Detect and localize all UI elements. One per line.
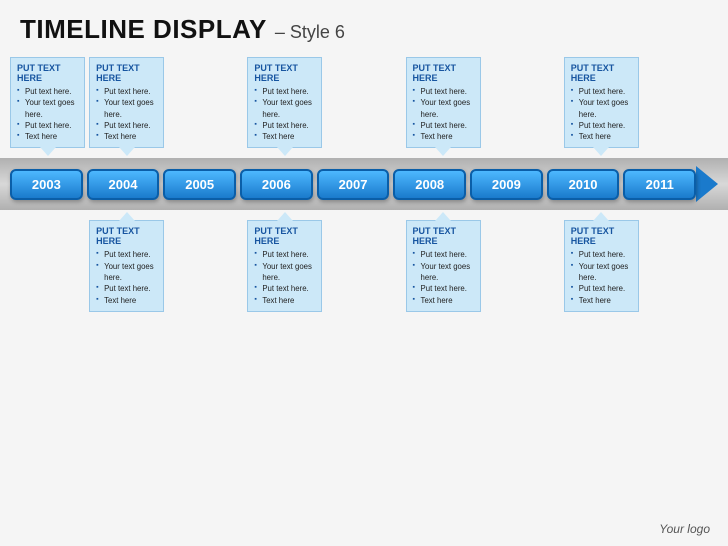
list-item: Put text here.: [413, 86, 474, 97]
list-item: Text here: [254, 295, 315, 306]
logo: Your logo: [659, 522, 710, 536]
bottom-callouts-row: PUT TEXT HEREPut text here.Your text goe…: [0, 220, 728, 311]
list-item: Put text here.: [254, 283, 315, 294]
timeline-bar: 200320042005200620072008200920102011: [0, 158, 728, 210]
year-node-2010[interactable]: 2010: [547, 169, 620, 200]
top-callout-box-7: PUT TEXT HERE Put text here.Your text goe…: [564, 57, 639, 148]
top-slot-0: PUT TEXT HERE Put text here.Your text goe…: [10, 57, 85, 148]
top-slot-7: PUT TEXT HERE Put text here.Your text goe…: [564, 57, 639, 148]
year-node-2006[interactable]: 2006: [240, 169, 313, 200]
top-callout-box-3: PUT TEXT HERE Put text here.Your text goe…: [247, 57, 322, 148]
top-callout-title-0: PUT TEXT HERE: [17, 63, 78, 83]
list-item: Text here: [17, 131, 78, 142]
list-item: Your text goes here.: [96, 261, 157, 284]
list-item: Put text here.: [413, 249, 474, 260]
top-slot-1: PUT TEXT HERE Put text here.Your text goe…: [89, 57, 164, 148]
top-callout-title-7: PUT TEXT HERE: [571, 63, 632, 83]
top-callout-title-1: PUT TEXT HERE: [96, 63, 157, 83]
year-node-2004[interactable]: 2004: [87, 169, 160, 200]
list-item: Your text goes here.: [413, 261, 474, 284]
top-callout-box-0: PUT TEXT HERE Put text here.Your text goe…: [10, 57, 85, 148]
list-item: Your text goes here.: [254, 261, 315, 284]
page: TIMELINE DISPLAY – Style 6 PUT TEXT HERE…: [0, 0, 728, 546]
list-item: Put text here.: [254, 86, 315, 97]
list-item: Put text here.: [413, 120, 474, 131]
bottom-slot-1: PUT TEXT HERE Put text here.Your text goe…: [89, 220, 164, 311]
year-node-2011[interactable]: 2011: [623, 169, 696, 200]
list-item: Put text here.: [571, 120, 632, 131]
bottom-callout-box-1: PUT TEXT HERE Put text here.Your text goe…: [89, 220, 164, 311]
list-item: Put text here.: [96, 283, 157, 294]
year-nodes-container: 200320042005200620072008200920102011: [10, 169, 696, 200]
list-item: Put text here.: [96, 120, 157, 131]
bottom-callout-title-1: PUT TEXT HERE: [96, 226, 157, 246]
list-item: Text here: [254, 131, 315, 142]
list-item: Put text here.: [96, 249, 157, 260]
year-node-2008[interactable]: 2008: [393, 169, 466, 200]
list-item: Your text goes here.: [17, 97, 78, 120]
timeline-arrow: [696, 166, 718, 202]
year-node-2009[interactable]: 2009: [470, 169, 543, 200]
top-callout-box-5: PUT TEXT HERE Put text here.Your text goe…: [406, 57, 481, 148]
list-item: Your text goes here.: [571, 97, 632, 120]
list-item: Put text here.: [17, 120, 78, 131]
list-item: Your text goes here.: [571, 261, 632, 284]
title-main: TIMELINE DISPLAY: [20, 14, 267, 45]
bottom-slot-5: PUT TEXT HERE Put text here.Your text goe…: [406, 220, 481, 311]
list-item: Put text here.: [17, 86, 78, 97]
list-item: Put text here.: [254, 249, 315, 260]
list-item: Put text here.: [254, 120, 315, 131]
bottom-slot-3: PUT TEXT HERE Put text here.Your text goe…: [247, 220, 322, 311]
top-callouts-row: PUT TEXT HEREPut text here.Your text goe…: [0, 57, 728, 148]
list-item: Your text goes here.: [254, 97, 315, 120]
bottom-callout-title-3: PUT TEXT HERE: [254, 226, 315, 246]
list-item: Put text here.: [413, 283, 474, 294]
list-item: Your text goes here.: [413, 97, 474, 120]
bottom-callout-box-7: PUT TEXT HERE Put text here.Your text goe…: [564, 220, 639, 311]
top-callout-box-1: PUT TEXT HERE Put text here.Your text goe…: [89, 57, 164, 148]
top-slot-3: PUT TEXT HERE Put text here.Your text goe…: [247, 57, 322, 148]
top-slot-5: PUT TEXT HERE Put text here.Your text goe…: [406, 57, 481, 148]
year-node-2005[interactable]: 2005: [163, 169, 236, 200]
list-item: Text here: [413, 295, 474, 306]
year-node-2007[interactable]: 2007: [317, 169, 390, 200]
year-node-2003[interactable]: 2003: [10, 169, 83, 200]
top-callout-title-5: PUT TEXT HERE: [413, 63, 474, 83]
header: TIMELINE DISPLAY – Style 6: [0, 0, 728, 51]
list-item: Put text here.: [571, 86, 632, 97]
list-item: Put text here.: [571, 283, 632, 294]
title-sub: – Style 6: [275, 22, 345, 43]
bottom-slot-7: PUT TEXT HERE Put text here.Your text goe…: [564, 220, 639, 311]
list-item: Put text here.: [96, 86, 157, 97]
list-item: Text here: [96, 295, 157, 306]
list-item: Text here: [571, 295, 632, 306]
list-item: Text here: [96, 131, 157, 142]
bottom-callout-box-5: PUT TEXT HERE Put text here.Your text goe…: [406, 220, 481, 311]
top-callout-title-3: PUT TEXT HERE: [254, 63, 315, 83]
list-item: Text here: [571, 131, 632, 142]
list-item: Your text goes here.: [96, 97, 157, 120]
list-item: Put text here.: [571, 249, 632, 260]
bottom-callout-title-5: PUT TEXT HERE: [413, 226, 474, 246]
list-item: Text here: [413, 131, 474, 142]
bottom-callout-box-3: PUT TEXT HERE Put text here.Your text goe…: [247, 220, 322, 311]
bottom-callout-title-7: PUT TEXT HERE: [571, 226, 632, 246]
